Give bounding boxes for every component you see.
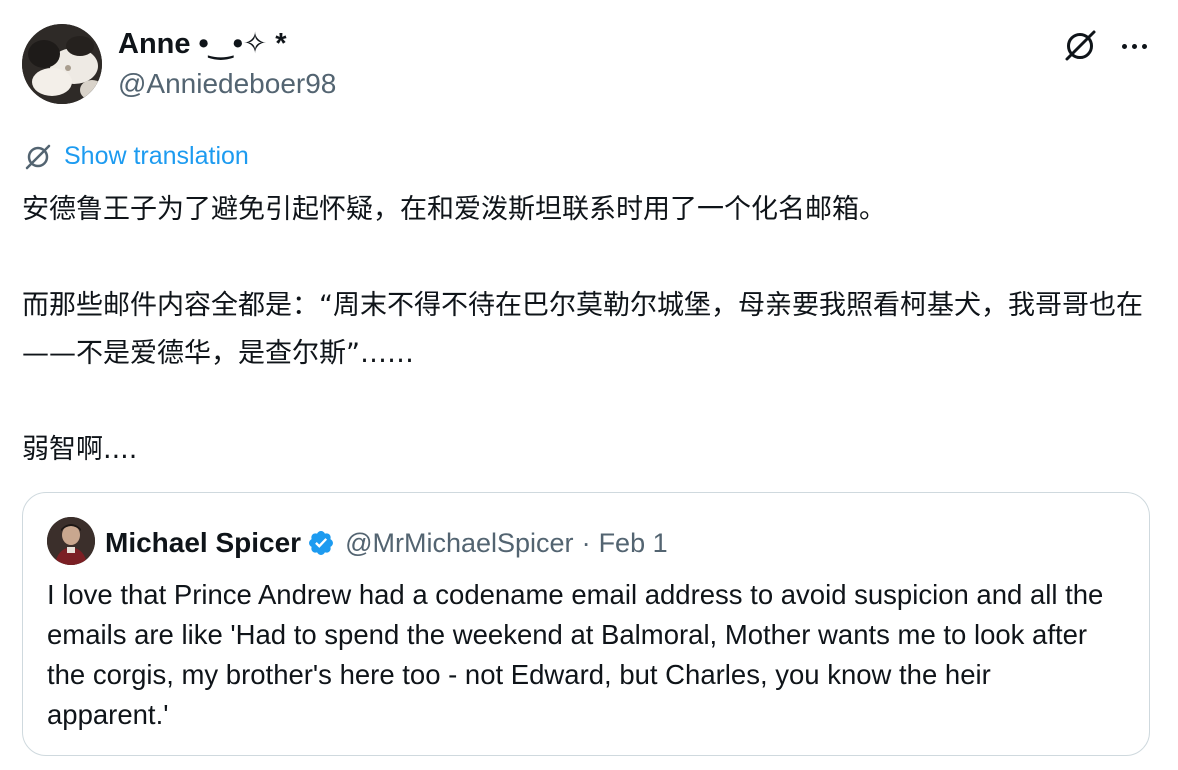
author-handle[interactable]: @Anniedeboer98 xyxy=(118,66,336,102)
author-name[interactable]: Anne •‿•✧ * xyxy=(118,26,287,62)
person-photo-image xyxy=(47,517,95,565)
grok-button[interactable] xyxy=(1058,24,1102,68)
show-translation-link[interactable]: Show translation xyxy=(22,138,249,174)
quoted-author-name[interactable]: Michael Spicer xyxy=(105,527,301,559)
quoted-tweet-text: I love that Prince Andrew had a codename… xyxy=(47,579,1104,730)
cat-photo-image xyxy=(22,24,102,104)
tweet-text: 安德鲁王子为了避免引起怀疑，在和爱泼斯坦联系时用了一个化名邮箱。 而那些邮件内容… xyxy=(22,186,1152,474)
show-translation-label[interactable]: Show translation xyxy=(64,142,249,171)
more-horizontal-icon xyxy=(1121,43,1147,49)
tweet: Anne •‿•✧ * @Anniedeboer98 Show translat… xyxy=(0,0,1178,770)
tweet-paragraph: 弱智啊.... xyxy=(22,434,138,465)
verified-badge-icon xyxy=(309,531,334,555)
quoted-author-handle[interactable]: @MrMichaelSpicer xyxy=(345,528,573,559)
more-options-button[interactable] xyxy=(1112,24,1156,68)
author-avatar[interactable] xyxy=(22,24,102,104)
quoted-author-avatar[interactable] xyxy=(47,517,95,565)
quoted-tweet-date[interactable]: Feb 1 xyxy=(599,528,668,559)
tweet-paragraph: 安德鲁王子为了避免引起怀疑，在和爱泼斯坦联系时用了一个化名邮箱。 xyxy=(22,194,886,225)
quoted-tweet-header: Michael Spicer @MrMichaelSpicer · Feb 1 xyxy=(105,523,668,563)
grok-slash-circle-icon xyxy=(1065,30,1096,61)
header-separator: · xyxy=(581,527,591,558)
tweet-paragraph: 而那些邮件内容全都是：“周末不得不待在巴尔莫勒尔城堡，母亲要我照看柯基犬，我哥哥… xyxy=(22,290,1143,369)
translate-icon xyxy=(25,144,51,170)
quoted-tweet-card[interactable]: Michael Spicer @MrMichaelSpicer · Feb 1 … xyxy=(22,492,1150,756)
